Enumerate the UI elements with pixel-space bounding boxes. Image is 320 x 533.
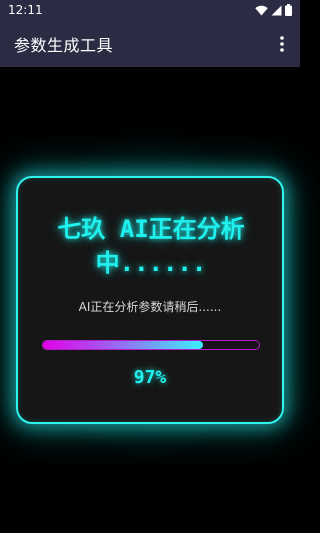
progress-percent: 97% bbox=[133, 367, 167, 388]
analysis-card: 七玖 AI正在分析中...... AI正在分析参数请稍后...... 97% bbox=[16, 176, 284, 424]
signal-icon bbox=[271, 5, 282, 15]
app-bar: 参数生成工具 bbox=[0, 20, 300, 67]
overflow-menu-button[interactable] bbox=[272, 30, 292, 58]
more-vert-icon bbox=[280, 35, 284, 52]
progress-fill bbox=[43, 341, 203, 349]
app-title: 参数生成工具 bbox=[14, 35, 114, 55]
status-icons bbox=[255, 4, 292, 16]
status-time: 12:11 bbox=[8, 3, 43, 17]
battery-icon bbox=[285, 4, 292, 16]
progress-bar bbox=[42, 340, 260, 350]
status-bar: 12:11 bbox=[0, 0, 300, 20]
card-title: 七玖 AI正在分析中...... bbox=[57, 215, 245, 277]
wifi-icon bbox=[255, 5, 268, 15]
card-subtitle: AI正在分析参数请稍后...... bbox=[78, 300, 222, 314]
